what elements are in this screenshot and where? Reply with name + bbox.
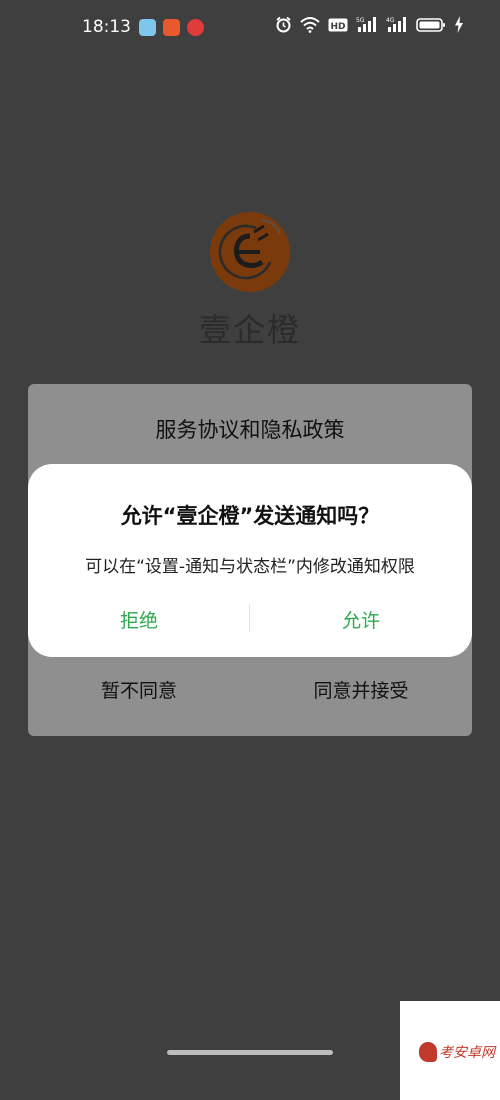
watermark-logo-icon bbox=[419, 1042, 437, 1062]
chat-icon bbox=[187, 19, 204, 36]
agreement-title: 服务协议和隐私政策 bbox=[155, 418, 345, 442]
decline-agreement-button[interactable]: 暂不同意 bbox=[28, 676, 250, 703]
wifi-icon bbox=[300, 17, 320, 33]
accept-agreement-button[interactable]: 同意并接受 bbox=[250, 676, 472, 703]
watermark: 考安卓网 bbox=[400, 1001, 500, 1100]
watermark-text: 考安卓网 bbox=[439, 1045, 495, 1061]
app-logo-icon bbox=[218, 219, 281, 280]
allow-button[interactable]: 允许 bbox=[250, 606, 472, 633]
battery-icon bbox=[416, 17, 445, 32]
net2-label: 4G bbox=[386, 17, 395, 24]
app-name: 壹企橙 bbox=[198, 311, 301, 349]
signal-4g-icon: 4G bbox=[386, 17, 406, 32]
status-time: 18:13 bbox=[82, 17, 131, 37]
hd-icon: HD bbox=[328, 18, 348, 32]
signal-5g-icon: 5G bbox=[356, 17, 376, 32]
status-bar: 18:13 HD 5G 4G bbox=[0, 0, 500, 56]
permission-message: 可以在“设置-通知与状态栏”内修改通知权限 bbox=[85, 557, 415, 577]
permission-title: 允许“壹企橙”发送通知吗？ bbox=[120, 504, 380, 528]
news-icon bbox=[163, 19, 180, 36]
home-indicator[interactable] bbox=[167, 1050, 333, 1055]
alarm-icon bbox=[276, 16, 291, 33]
deny-button[interactable]: 拒绝 bbox=[28, 606, 250, 633]
charging-icon bbox=[455, 16, 463, 33]
app-logo bbox=[210, 212, 290, 292]
hd-label: HD bbox=[330, 22, 345, 32]
net1-label: 5G bbox=[356, 17, 365, 24]
weather-icon bbox=[139, 19, 156, 36]
status-icons: HD 5G 4G bbox=[275, 16, 464, 33]
notification-permission-dialog: 允许“壹企橙”发送通知吗？ 可以在“设置-通知与状态栏”内修改通知权限 拒绝 允… bbox=[28, 464, 472, 657]
